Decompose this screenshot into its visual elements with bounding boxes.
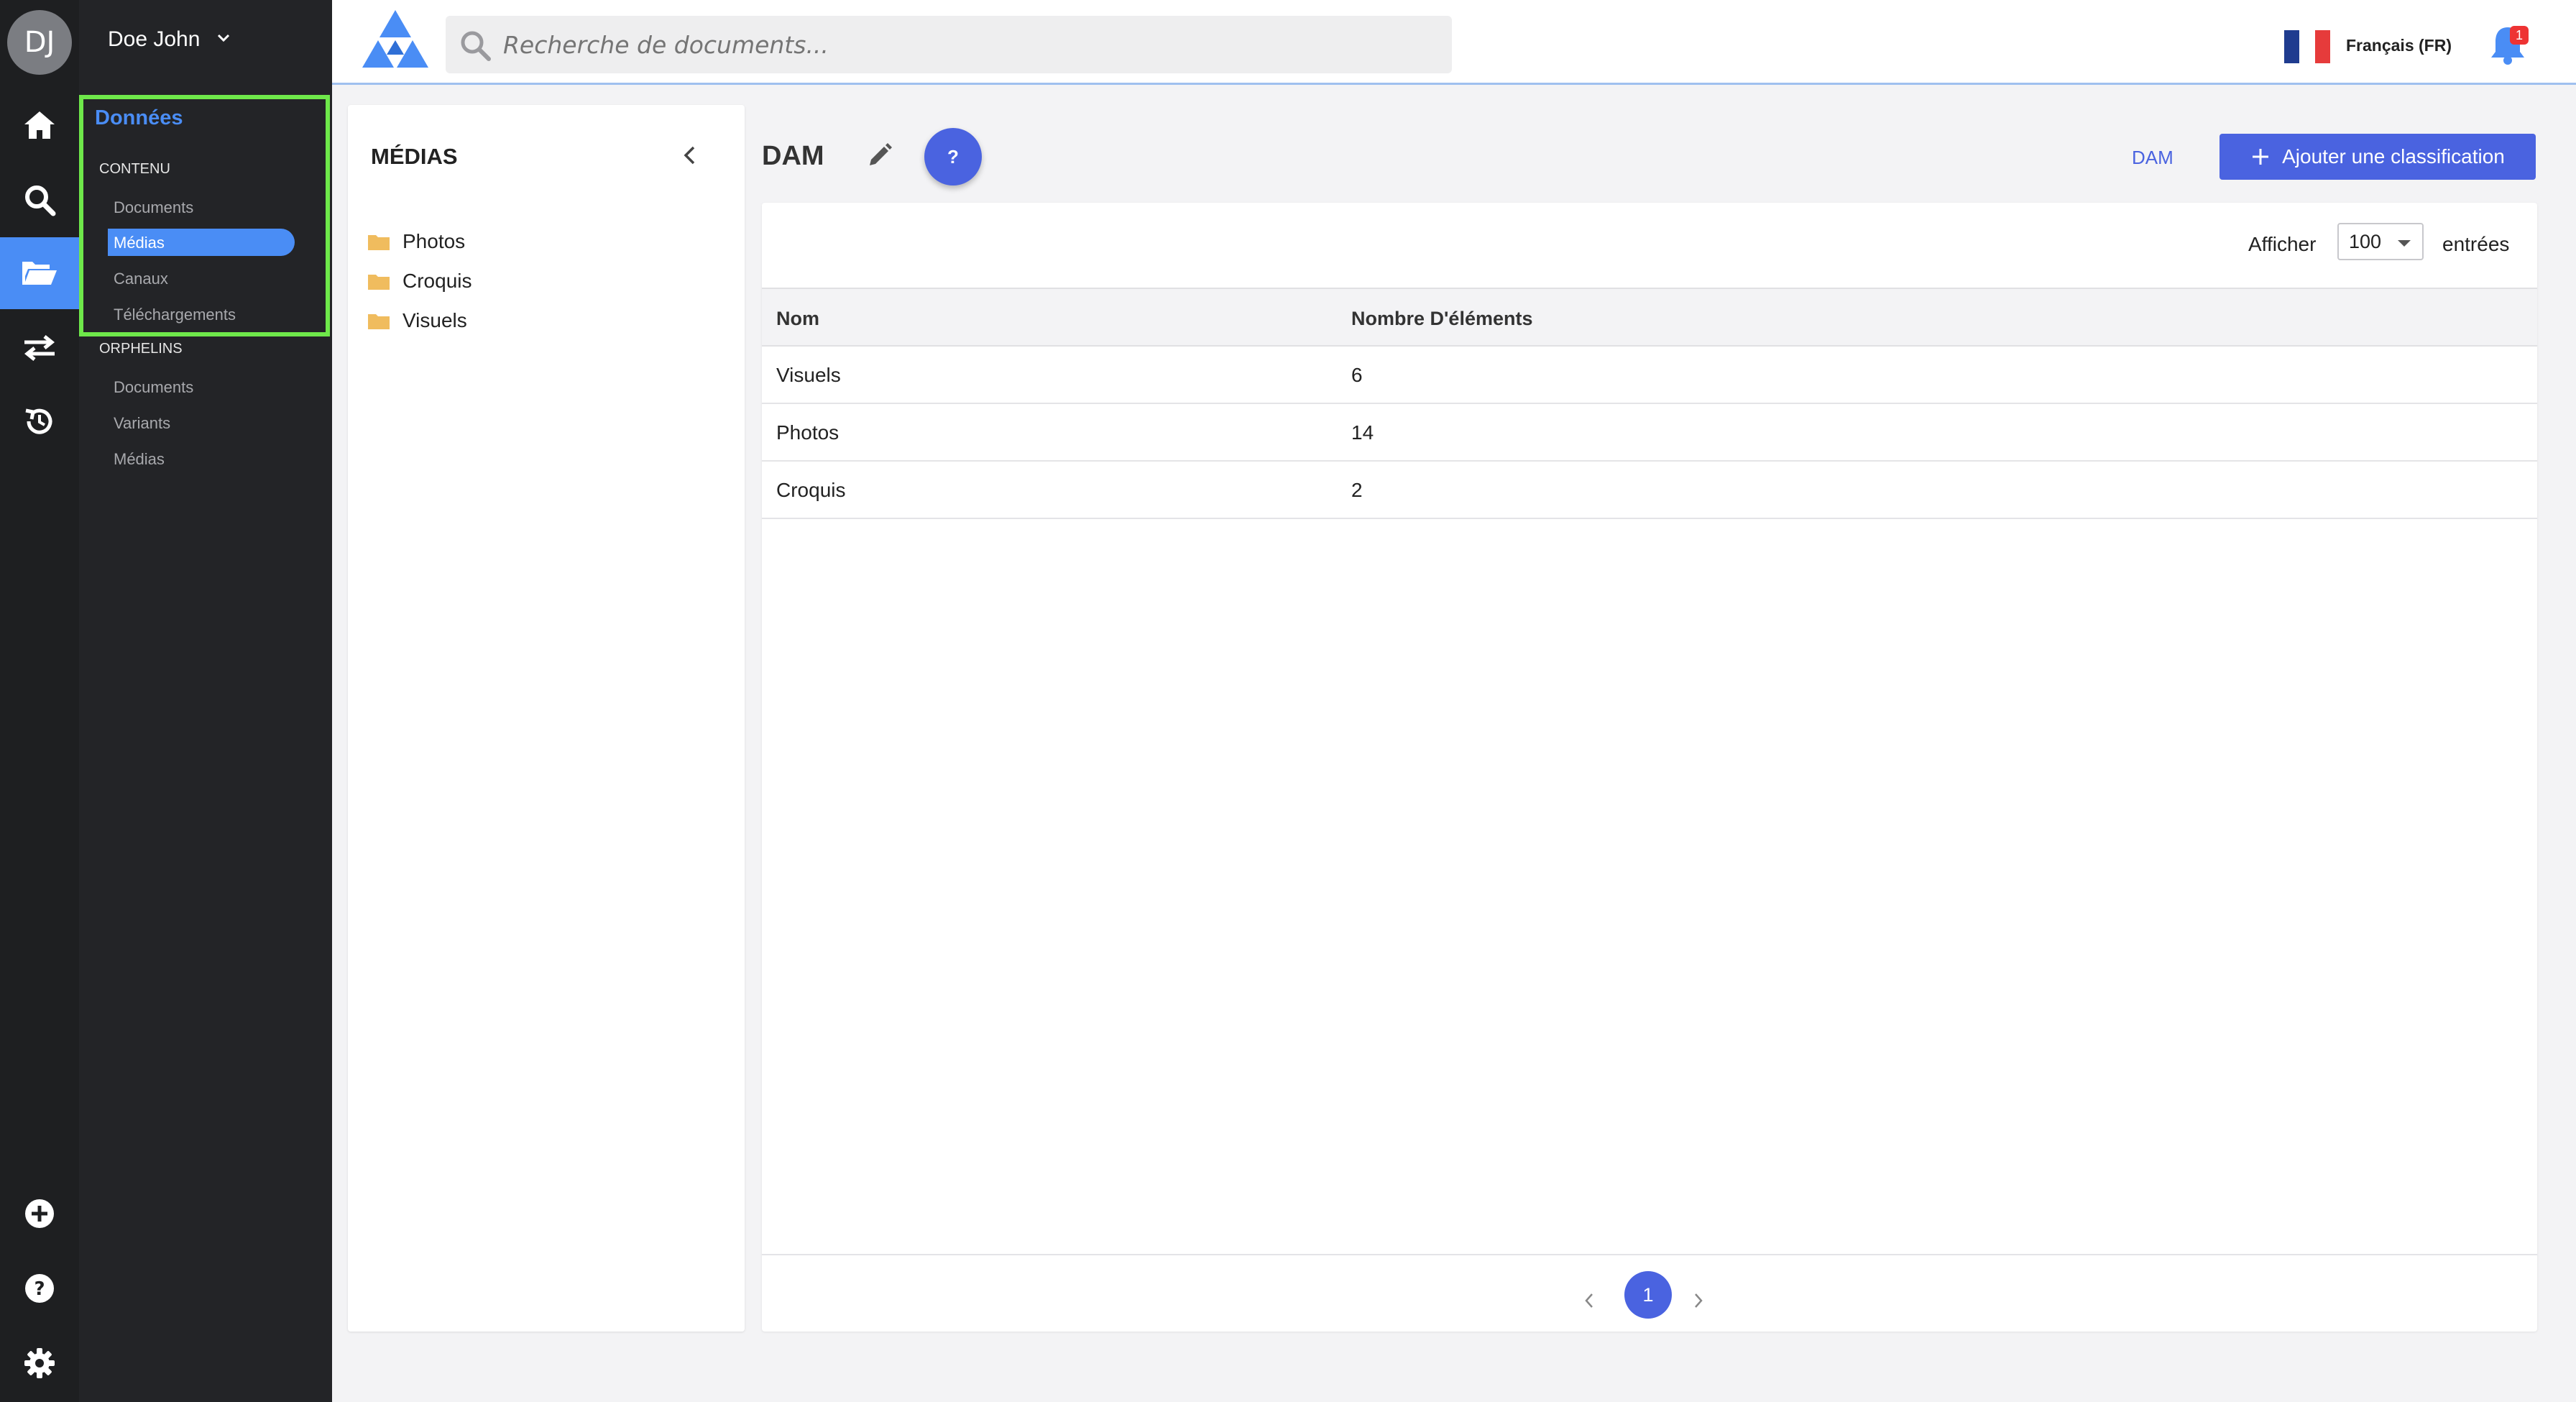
search-bar	[446, 16, 1452, 73]
pagination-current-page[interactable]: 1	[1624, 1271, 1672, 1319]
tree-folder-label: Photos	[402, 230, 466, 252]
history-icon[interactable]	[0, 385, 79, 457]
add-classification-label: Ajouter une classification	[2282, 145, 2505, 168]
search-input[interactable]	[503, 16, 1438, 73]
folder-icon	[368, 314, 390, 329]
column-header-name[interactable]: Nom	[776, 308, 819, 330]
svg-text:?: ?	[34, 1278, 45, 1300]
cell-name: Visuels	[776, 364, 841, 386]
tree-title: MÉDIAS	[371, 144, 458, 169]
folder-icon	[368, 235, 390, 250]
cell-count: 6	[1351, 364, 1363, 386]
chevron-down-icon[interactable]	[217, 33, 230, 46]
table-row[interactable]: Croquis 2	[762, 462, 2537, 519]
folder-open-icon[interactable]	[0, 237, 79, 309]
search-icon	[459, 29, 492, 65]
tree-folder-label: Croquis	[402, 270, 472, 292]
page-size-select[interactable]: 100	[2337, 223, 2424, 260]
caret-down-icon	[2398, 240, 2411, 247]
plus-icon	[2253, 149, 2269, 165]
tree-folder-label: Visuels	[402, 309, 467, 331]
search-icon[interactable]	[0, 164, 79, 236]
plus-circle-icon[interactable]	[0, 1178, 79, 1250]
page-size-value: 100	[2349, 230, 2382, 252]
group-label-orphans: ORPHELINS	[99, 341, 183, 357]
sidebar-item-orphan-documents[interactable]: Documents	[114, 378, 193, 397]
avatar[interactable]: DJ	[7, 10, 72, 75]
column-header-count[interactable]: Nombre D'éléments	[1351, 308, 1533, 330]
pagination-prev-icon[interactable]	[1584, 1293, 1594, 1312]
breadcrumb[interactable]: DAM	[2132, 147, 2174, 169]
folder-icon	[368, 275, 390, 290]
help-circle-icon[interactable]: ?	[0, 1252, 79, 1324]
tree-folder[interactable]: Croquis	[368, 270, 472, 293]
pencil-icon[interactable]	[865, 141, 894, 173]
language-selector[interactable]: Français (FR)	[2346, 36, 2452, 55]
add-classification-button[interactable]: Ajouter une classification	[2220, 134, 2536, 180]
help-button[interactable]: ?	[924, 128, 982, 185]
table-card: Afficher 100 entrées Nom Nombre D'élémen…	[762, 203, 2537, 1332]
icon-rail: DJ ?	[0, 0, 79, 1402]
transfer-icon[interactable]	[0, 312, 79, 384]
tree-folder[interactable]: Visuels	[368, 309, 467, 332]
sidebar-item-orphan-variants[interactable]: Variants	[114, 414, 170, 433]
table-row[interactable]: Photos 14	[762, 404, 2537, 462]
highlight-box	[79, 95, 330, 336]
entries-label: entrées	[2442, 233, 2510, 255]
home-icon[interactable]	[0, 89, 79, 161]
media-tree-panel: MÉDIAS Photos Croquis Visuels	[348, 105, 745, 1332]
user-name[interactable]: Doe John	[108, 27, 200, 52]
top-bar: Français (FR) 1	[332, 0, 2576, 85]
table-header: Nom Nombre D'éléments	[762, 288, 2537, 347]
gear-icon[interactable]	[0, 1327, 79, 1399]
cell-count: 2	[1351, 479, 1363, 501]
show-label: Afficher	[2248, 233, 2317, 255]
page-title: DAM	[762, 141, 824, 171]
notification-badge: 1	[2510, 26, 2529, 45]
tree-folder[interactable]: Photos	[368, 230, 465, 253]
sidebar-item-orphan-medias[interactable]: Médias	[114, 450, 165, 469]
table-row[interactable]: Visuels 6	[762, 347, 2537, 404]
cell-count: 14	[1351, 421, 1374, 444]
chevron-left-icon[interactable]	[683, 145, 696, 169]
cell-name: Croquis	[776, 479, 846, 501]
france-flag-icon[interactable]	[2284, 30, 2330, 63]
cell-name: Photos	[776, 421, 840, 444]
logo[interactable]	[361, 9, 430, 74]
pagination-next-icon[interactable]	[1693, 1293, 1703, 1312]
table-footer-divider	[762, 1254, 2537, 1255]
